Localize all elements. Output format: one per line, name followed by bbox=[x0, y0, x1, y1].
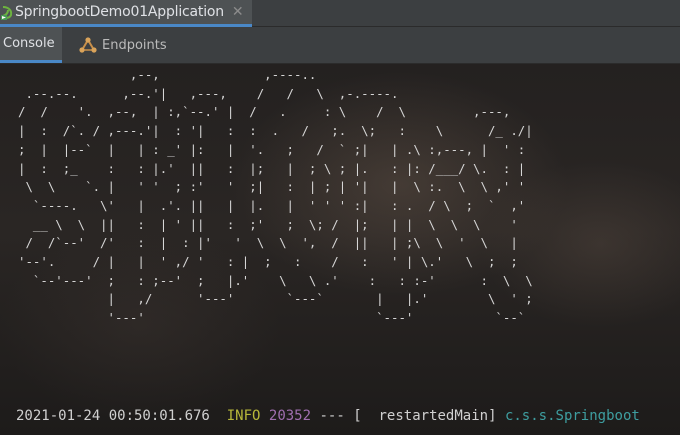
log-timestamp: 2021-01-24 00:50:01.676 bbox=[16, 408, 210, 424]
log-logger: c.s.s.Springboot bbox=[504, 408, 640, 424]
tab-console-label: Console bbox=[3, 36, 55, 51]
ascii-art-banner: ,--, ,----.. .--.--. ,--.'| ,---, / / \ … bbox=[18, 67, 533, 326]
log-level: INFO bbox=[226, 408, 261, 424]
run-tab-title: SpringbootDemo01Application bbox=[15, 4, 224, 20]
run-tool-tabs: Console Endpoints bbox=[0, 27, 680, 64]
log-separator: --- bbox=[319, 408, 345, 424]
run-tab-bar: SpringbootDemo01Application ✕ bbox=[0, 0, 680, 27]
tab-endpoints[interactable]: Endpoints bbox=[76, 27, 176, 63]
log-thread: [ restartedMain] bbox=[353, 408, 497, 424]
spring-boot-run-icon bbox=[1, 5, 13, 20]
log-line: 2021-01-24 00:50:01.676 INFO 20352 --- [… bbox=[16, 408, 640, 424]
console-output[interactable]: ,--, ,----.. .--.--. ,--.'| ,---, / / \ … bbox=[0, 64, 680, 435]
tab-endpoints-label: Endpoints bbox=[102, 37, 167, 53]
close-icon[interactable]: ✕ bbox=[232, 4, 244, 20]
log-pid: 20352 bbox=[268, 408, 312, 424]
tab-console[interactable]: Console bbox=[0, 27, 62, 63]
endpoints-icon bbox=[78, 35, 98, 55]
run-tab-springbootdemo01application[interactable]: SpringbootDemo01Application ✕ bbox=[0, 0, 252, 27]
